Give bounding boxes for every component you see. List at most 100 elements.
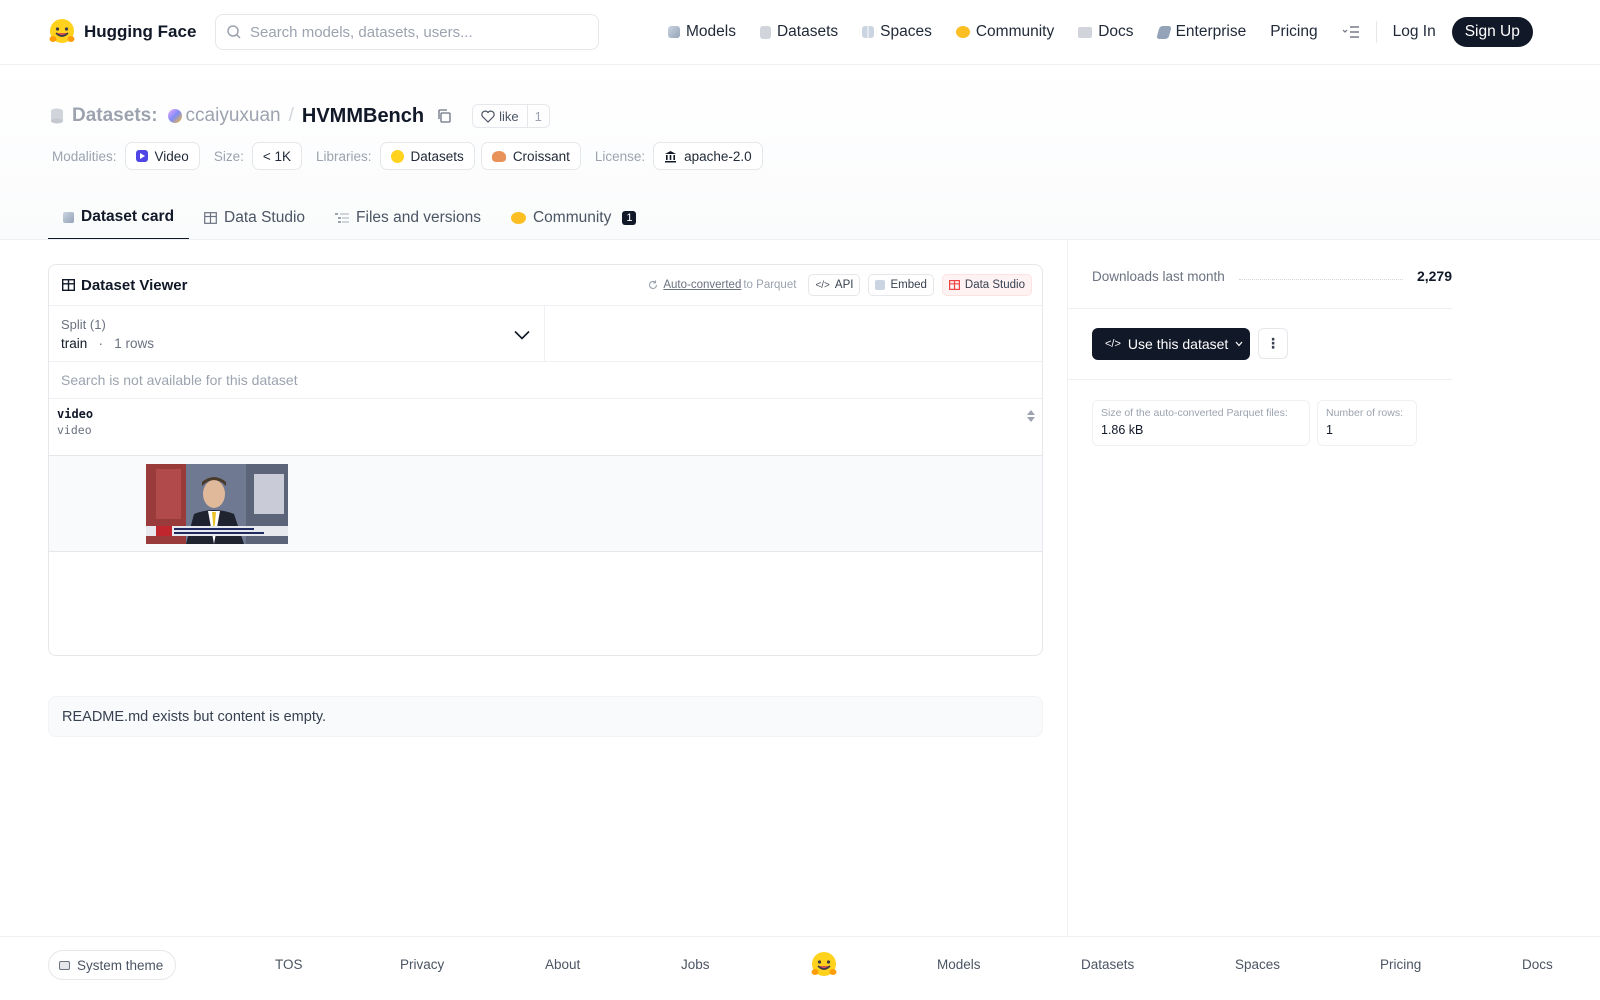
sidebar-separator (1068, 379, 1452, 380)
hugging-face-logo-icon (49, 19, 75, 43)
nav-enterprise-label: Enterprise (1175, 23, 1247, 40)
nav-community[interactable]: Community (955, 23, 1054, 41)
footer-link-pricing[interactable]: Pricing (1380, 957, 1421, 972)
embed-label: Embed (890, 279, 927, 291)
library-tag-datasets[interactable]: Datasets (379, 142, 475, 170)
tabs-divider (0, 239, 1600, 240)
top-navbar: Hugging Face Models Datasets Spaces Comm… (0, 0, 1600, 65)
data-studio-button[interactable]: Data Studio (941, 274, 1032, 296)
nav-spaces[interactable]: Spaces (862, 23, 932, 41)
split-selector[interactable]: Split (1) train · 1 rows (49, 306, 545, 361)
split-separator: · (91, 336, 111, 351)
nav-datasets-label: Datasets (776, 23, 839, 40)
croissant-icon (491, 150, 506, 162)
more-menu-button[interactable] (1342, 25, 1360, 39)
size-label: Size: (213, 148, 244, 164)
tab-dataset-card-label: Dataset card (81, 208, 175, 225)
nav-docs[interactable]: Docs (1078, 23, 1134, 41)
nav-pricing-label: Pricing (1270, 23, 1318, 40)
split-value: train · 1 rows (61, 336, 532, 351)
footer-link-models[interactable]: Models (937, 957, 981, 972)
global-search[interactable] (215, 14, 599, 50)
downloads-value: 2,279 (1416, 268, 1452, 284)
theme-toggle-button[interactable]: System theme (48, 950, 177, 980)
menu-icon (1342, 26, 1359, 38)
library-tag-croissant[interactable]: Croissant (480, 142, 581, 170)
column-header-video[interactable]: video video (49, 399, 1042, 456)
copy-icon[interactable] (436, 108, 452, 124)
license-tag[interactable]: apache-2.0 (653, 142, 763, 170)
hugging-face-icon (390, 149, 404, 163)
nav-divider (1375, 21, 1377, 43)
tab-dataset-card[interactable]: Dataset card (48, 196, 190, 240)
more-options-button[interactable]: ⋮ (1258, 328, 1288, 359)
footer-link-privacy[interactable]: Privacy (400, 957, 444, 972)
license-label: License: (594, 148, 646, 164)
rows-value: 1 (1326, 423, 1333, 437)
size-tag-label: < 1K (262, 148, 291, 164)
repo-owner-link[interactable]: ccaiyuxuan (186, 105, 281, 127)
nav-pricing[interactable]: Pricing (1270, 23, 1317, 41)
hugging-face-logo-icon[interactable] (810, 951, 838, 979)
heart-icon (481, 110, 495, 123)
nav-spaces-label: Spaces (880, 23, 932, 40)
api-label: API (834, 279, 854, 291)
code-icon: </> (1105, 338, 1121, 350)
license-tag-label: apache-2.0 (684, 148, 752, 164)
login-link[interactable]: Log In (1393, 23, 1436, 41)
sort-icon[interactable] (1026, 409, 1036, 423)
repo-kind-label[interactable]: Datasets: (72, 105, 158, 127)
table-icon (204, 212, 217, 224)
monitor-icon (59, 960, 70, 970)
nav-datasets[interactable]: Datasets (759, 23, 839, 41)
table-icon (62, 279, 75, 291)
like-button-left[interactable]: like (473, 105, 527, 127)
video-thumbnail[interactable] (146, 464, 288, 544)
grid-icon (862, 26, 875, 38)
column-type: video (57, 423, 92, 437)
size-tag[interactable]: < 1K (251, 142, 302, 170)
sidebar-divider (1067, 240, 1068, 936)
signup-button[interactable]: Sign Up (1451, 17, 1533, 47)
libraries-label: Libraries: (316, 148, 372, 164)
footer-link-spaces[interactable]: Spaces (1235, 957, 1280, 972)
modality-tag-video[interactable]: Video (124, 142, 200, 170)
search-input[interactable] (250, 23, 580, 41)
footer-link-tos[interactable]: TOS (275, 957, 303, 972)
tab-data-studio[interactable]: Data Studio (189, 196, 320, 240)
viewer-actions: Auto-converted to Parquet </> API Embed … (648, 274, 1032, 296)
home-link[interactable]: Hugging Face (48, 18, 196, 46)
footer-link-jobs[interactable]: Jobs (681, 957, 710, 972)
split-label: Split (1) (61, 317, 106, 332)
nav-models-label: Models (686, 23, 736, 40)
library-tag-croissant-label: Croissant (512, 148, 570, 164)
footer-divider (0, 936, 1600, 937)
code-icon: </> (815, 279, 830, 291)
cube-icon (63, 211, 74, 223)
nav-models[interactable]: Models (668, 23, 736, 41)
footer-link-about[interactable]: About (545, 957, 580, 972)
tab-files-and-versions[interactable]: Files and versions (320, 196, 496, 240)
tab-community[interactable]: Community 1 (496, 196, 652, 240)
footer-link-datasets[interactable]: Datasets (1081, 957, 1134, 972)
embed-button[interactable]: Embed (868, 274, 934, 296)
bank-icon (665, 150, 677, 162)
table-row (49, 456, 1042, 552)
database-icon (759, 25, 771, 39)
chevron-down-icon (514, 330, 530, 340)
rows-label: Number of rows: (1326, 407, 1404, 419)
nav-enterprise[interactable]: Enterprise (1155, 23, 1247, 41)
community-count-badge: 1 (622, 211, 637, 225)
use-this-dataset-button[interactable]: </> Use this dataset (1092, 328, 1250, 360)
like-button[interactable]: like 1 (472, 104, 550, 128)
kebab-icon: ⋮ (1266, 335, 1280, 351)
api-button[interactable]: </> API (808, 274, 861, 296)
like-count[interactable]: 1 (526, 105, 549, 127)
auto-converted-link[interactable]: Auto-converted (663, 279, 741, 291)
auto-converted-note: Auto-converted to Parquet (648, 279, 796, 291)
repo-name-link[interactable]: HVMMBench (302, 105, 424, 128)
parquet-size-stat: Size of the auto-converted Parquet files… (1092, 400, 1310, 446)
community-icon (955, 26, 970, 38)
files-icon (335, 213, 350, 223)
footer-link-docs[interactable]: Docs (1522, 957, 1553, 972)
